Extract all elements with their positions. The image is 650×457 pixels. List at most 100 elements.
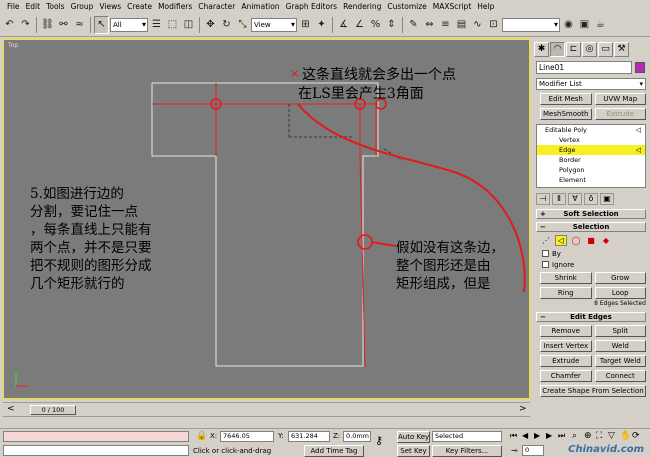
move-icon[interactable]: ✥ — [203, 16, 218, 34]
add-time-tag-button[interactable]: Add Time Tag — [304, 445, 364, 457]
layer-manager-icon[interactable]: ▤ — [454, 16, 469, 34]
show-end-result-icon[interactable]: Ⅱ — [552, 193, 566, 205]
object-name-field[interactable]: Line01 — [536, 61, 645, 74]
pin-stack-icon[interactable]: ⊣ — [536, 193, 550, 205]
key-mode-dropdown[interactable]: Selected — [432, 431, 502, 442]
motion-tab-icon[interactable]: ◎ — [582, 41, 597, 57]
uvw-map-button[interactable]: UVW Map — [594, 93, 646, 105]
key-filters-button[interactable]: Key Filters... — [432, 445, 502, 457]
element-mode-icon[interactable]: ◆ — [600, 235, 612, 246]
auto-key-button[interactable]: Auto Key — [397, 431, 430, 443]
insert-vertex-button[interactable]: Insert Vertex — [540, 340, 592, 352]
polygon-mode-icon[interactable]: ■ — [585, 235, 597, 246]
create-shape-button[interactable]: Create Shape From Selection — [540, 385, 646, 397]
align-icon[interactable]: ≡ — [438, 16, 453, 34]
by-vertex-checkbox[interactable]: By — [542, 249, 646, 258]
curve-editor-icon[interactable]: ∿ — [470, 16, 485, 34]
stack-item-editable-poly[interactable]: Editable Poly ◁ — [537, 125, 645, 135]
x-coordinate-field[interactable]: 7646.05 — [220, 431, 274, 442]
edit-edges-rollout[interactable]: − Edit Edges — [536, 312, 646, 322]
zoom-all-icon[interactable]: ⊕ — [584, 431, 592, 441]
schematic-view-icon[interactable]: ⊡ — [486, 16, 501, 34]
meshsmooth-button[interactable]: MeshSmooth — [540, 108, 592, 120]
named-selection-icon[interactable]: ✎ — [406, 16, 421, 34]
soft-selection-rollout[interactable]: + Soft Selection — [536, 209, 646, 219]
window-crossing-icon[interactable]: ◫ — [181, 16, 196, 34]
modifier-stack[interactable]: Editable Poly ◁ Vertex Edge ◁ Border Pol… — [536, 124, 646, 188]
track-bar[interactable] — [3, 416, 530, 426]
menu-help[interactable]: Help — [474, 0, 497, 13]
edge-mode-icon[interactable]: ◁ — [555, 235, 567, 246]
material-editor-icon[interactable]: ◉ — [561, 16, 576, 34]
menu-customize[interactable]: Customize — [384, 0, 429, 13]
region-select-icon[interactable]: ⬚ — [165, 16, 180, 34]
menu-modifiers[interactable]: Modifiers — [155, 0, 195, 13]
menu-maxscript[interactable]: MAXScript — [430, 0, 475, 13]
split-button[interactable]: Split — [594, 325, 646, 337]
remove-button[interactable]: Remove — [540, 325, 592, 337]
named-selection-sets-dropdown[interactable] — [502, 17, 560, 32]
shrink-button[interactable]: Shrink — [540, 272, 592, 284]
menu-character[interactable]: Character — [195, 0, 238, 13]
stack-item-element[interactable]: Element — [537, 175, 645, 185]
menu-rendering[interactable]: Rendering — [340, 0, 384, 13]
zoom-extents-icon[interactable]: ⛶ — [596, 431, 602, 441]
prev-key-icon[interactable]: ◀ — [522, 431, 528, 440]
z-coordinate-field[interactable]: 0.0mm — [343, 431, 371, 442]
stack-item-polygon[interactable]: Polygon — [537, 165, 645, 175]
key-mode-toggle-icon[interactable]: ⊸ — [511, 446, 518, 455]
modify-tab-icon[interactable]: ◠ — [550, 41, 565, 57]
select-by-name-icon[interactable]: ☰ — [149, 16, 164, 34]
border-mode-icon[interactable]: ◯ — [570, 235, 582, 246]
next-frame-icon[interactable]: > — [519, 404, 527, 414]
field-of-view-icon[interactable]: ▽ — [608, 431, 615, 441]
remove-modifier-icon[interactable]: ō — [584, 193, 598, 205]
grow-button[interactable]: Grow — [594, 272, 646, 284]
connect-button[interactable]: Connect — [594, 370, 646, 382]
menu-create[interactable]: Create — [124, 0, 155, 13]
object-color-swatch[interactable] — [635, 62, 645, 73]
current-frame-field[interactable]: 0 — [522, 445, 544, 456]
ring-button[interactable]: Ring — [540, 287, 592, 299]
utilities-tab-icon[interactable]: ⚒ — [614, 41, 629, 57]
mirror-icon[interactable]: ⇔ — [422, 16, 437, 34]
hierarchy-tab-icon[interactable]: ⊏ — [566, 41, 581, 57]
set-key-button[interactable]: Set Key — [397, 445, 430, 457]
bind-space-warp-icon[interactable]: ≈ — [72, 16, 87, 34]
manipulate-icon[interactable]: ✦ — [314, 16, 329, 34]
snap-toggle-icon[interactable]: ∡ — [336, 16, 351, 34]
pivot-icon[interactable]: ⊞ — [298, 16, 313, 34]
render-setup-icon[interactable]: ▣ — [577, 16, 592, 34]
play-icon[interactable]: ▶ — [534, 431, 540, 440]
time-slider[interactable]: 0 / 100 — [30, 405, 76, 415]
modifier-list-dropdown[interactable]: Modifier List — [536, 78, 646, 90]
spinner-snap-icon[interactable]: ⇕ — [384, 16, 399, 34]
selection-filter-dropdown[interactable]: All — [110, 17, 148, 32]
menu-group[interactable]: Group — [68, 0, 97, 13]
prev-frame-icon[interactable]: < — [7, 404, 15, 414]
extrude-modifier-button[interactable]: Extrude — [594, 108, 646, 120]
zoom-icon[interactable]: ⌕ — [572, 431, 577, 441]
redo-icon[interactable]: ↷ — [18, 16, 33, 34]
ignore-backfacing-checkbox[interactable]: Ignore — [542, 260, 646, 269]
menu-tools[interactable]: Tools — [43, 0, 67, 13]
scale-icon[interactable]: ⤡ — [235, 16, 250, 34]
make-unique-icon[interactable]: ∀ — [568, 193, 582, 205]
y-coordinate-field[interactable]: 631.284 — [288, 431, 330, 442]
reference-coordinate-dropdown[interactable]: View — [251, 17, 297, 32]
extrude-button[interactable]: Extrude — [540, 355, 592, 367]
vertex-mode-icon[interactable]: ⋰ — [540, 235, 552, 246]
menu-file[interactable]: File — [4, 0, 23, 13]
select-object-icon[interactable]: ↖ — [94, 15, 109, 34]
lock-selection-icon[interactable]: 🔒 — [196, 431, 207, 441]
stack-item-edge[interactable]: Edge ◁ — [537, 145, 645, 155]
select-link-icon[interactable]: ⛓ — [40, 16, 55, 34]
rotate-icon[interactable]: ↻ — [219, 16, 234, 34]
maxscript-listener[interactable] — [3, 431, 189, 442]
loop-button[interactable]: Loop — [594, 287, 646, 299]
chamfer-button[interactable]: Chamfer — [540, 370, 592, 382]
display-tab-icon[interactable]: ▭ — [598, 41, 613, 57]
weld-button[interactable]: Weld — [594, 340, 646, 352]
menu-edit[interactable]: Edit — [23, 0, 44, 13]
pan-icon[interactable]: ✋ — [620, 431, 631, 441]
